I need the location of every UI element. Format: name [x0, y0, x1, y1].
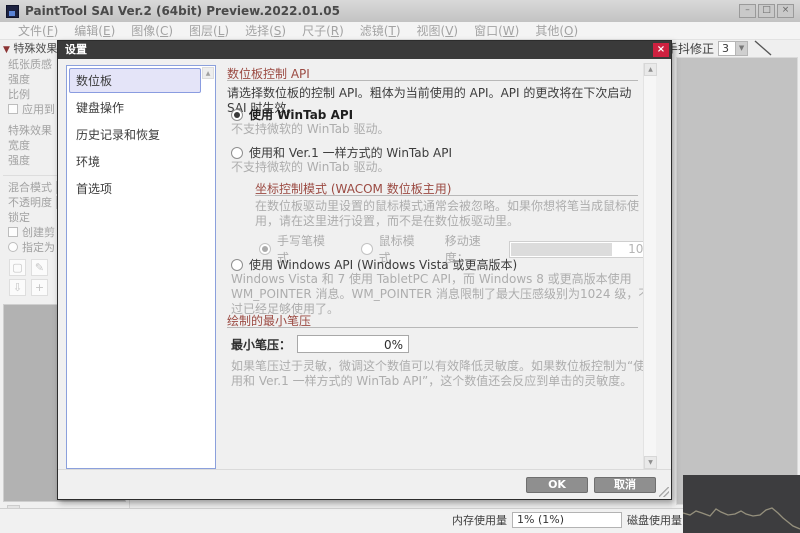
dialog-footer: OK 取消 — [58, 469, 671, 499]
app-titlebar: PaintTool SAI Ver.2 (64bit) Preview.2022… — [0, 0, 800, 22]
min-pressure-label: 最小笔压： — [231, 336, 291, 353]
sidebar-item-tablet[interactable]: 数位板 — [69, 68, 201, 93]
memory-usage-field: 1% (1%) — [512, 512, 622, 528]
pencil-icon[interactable]: ✎ — [31, 259, 48, 276]
collapse-arrow-icon: ▼ — [3, 45, 10, 55]
new-layer-icon[interactable]: ▢ — [9, 259, 26, 276]
sidebar-item-environment[interactable]: 环境 — [69, 149, 201, 174]
section-rule — [227, 80, 638, 81]
min-pressure-note: 如果笔压过于灵敏，微调这个数值可以有效降低灵敏度。如果数位板控制为“使用和 Ve… — [231, 359, 651, 389]
transfer-down-icon[interactable]: ⇩ — [9, 279, 26, 296]
mouse-mode-radio[interactable] — [361, 243, 373, 255]
dialog-titlebar[interactable]: 设置 — [58, 41, 671, 59]
stabilizer-select[interactable]: 3▼ — [718, 41, 748, 56]
slider-fill — [511, 243, 613, 256]
dialog-title: 设置 — [65, 43, 87, 56]
menu-file[interactable]: 文件(F) — [10, 22, 66, 39]
radio-icon[interactable] — [231, 147, 243, 159]
stabilizer-toolbar: 手抖修正 3▼ — [666, 38, 774, 58]
scroll-down-icon[interactable]: ▼ — [644, 456, 657, 469]
windows-api-note: Windows Vista 和 7 使用 TabletPC API，而 Wind… — [231, 272, 651, 317]
coord-desc: 在数位板驱动里设置的鼠标模式通常会被忽略。如果你想将笔当成鼠标使用，请在这里进行… — [255, 199, 651, 229]
content-scrollbar[interactable]: ▲ ▼ — [643, 63, 656, 469]
coord-rule — [255, 195, 638, 196]
chevron-down-icon[interactable]: ▼ — [735, 42, 747, 55]
radio-icon[interactable] — [231, 259, 243, 271]
sidebar-item-keyboard[interactable]: 键盘操作 — [69, 95, 201, 120]
pen-mode-radio[interactable] — [259, 243, 271, 255]
app-icon — [6, 5, 19, 18]
scroll-up-icon[interactable]: ▲ — [644, 63, 657, 76]
window-controls: – □ × — [739, 4, 794, 18]
wintab-v1-radio-row[interactable]: 使用和 Ver.1 一样方式的 WinTab API — [231, 144, 452, 161]
disk-usage-label: 磁盘使用量 — [627, 512, 682, 528]
close-button[interactable]: × — [777, 4, 794, 18]
canvas-area[interactable] — [676, 57, 798, 505]
wintab-api-radio-row[interactable]: 使用 WinTab API — [231, 106, 353, 123]
settings-content: 数位板控制 API 请选择数位板的控制 API。粗体为当前使用的 API。API… — [223, 63, 656, 469]
menu-layer[interactable]: 图层(L) — [181, 22, 237, 39]
line-tool-icon[interactable] — [752, 39, 774, 57]
add-icon[interactable]: + — [31, 279, 48, 296]
sidebar-item-history[interactable]: 历史记录和恢复 — [69, 122, 201, 147]
settings-category-list: 数位板 键盘操作 历史记录和恢复 环境 首选项 ▲ — [66, 65, 216, 469]
menu-view[interactable]: 视图(V) — [409, 22, 467, 39]
clipping-checkbox[interactable] — [8, 227, 18, 237]
menu-select[interactable]: 选择(S) — [237, 22, 294, 39]
overlay-graph — [683, 475, 800, 533]
windows-api-radio-row[interactable]: 使用 Windows API (Windows Vista 或更高版本) — [231, 256, 517, 273]
menu-window[interactable]: 窗口(W) — [466, 22, 527, 39]
app-title: PaintTool SAI Ver.2 (64bit) Preview.2022… — [25, 4, 340, 18]
move-speed-slider[interactable]: 100 — [509, 241, 656, 258]
wintab-v1-note: 不支持微软的 WinTab 驱动。 — [231, 160, 390, 175]
menu-ruler[interactable]: 尺子(R) — [294, 22, 352, 39]
menu-filter[interactable]: 滤镜(T) — [352, 22, 409, 39]
dialog-close-button[interactable]: × — [653, 43, 669, 57]
settings-dialog: 设置 × 数位板 键盘操作 历史记录和恢复 环境 首选项 ▲ 数位板控制 API… — [57, 40, 672, 500]
menu-edit[interactable]: 编辑(E) — [66, 22, 123, 39]
sidebar-item-preferences[interactable]: 首选项 — [69, 176, 201, 201]
section-rule — [227, 327, 638, 328]
resize-grip[interactable] — [659, 487, 669, 497]
minimize-button[interactable]: – — [739, 4, 756, 18]
maximize-button[interactable]: □ — [758, 4, 775, 18]
assign-radio[interactable] — [8, 242, 18, 252]
min-pressure-row: 最小笔压： 0% — [231, 335, 409, 353]
menu-others[interactable]: 其他(O) — [527, 22, 586, 39]
app-window: PaintTool SAI Ver.2 (64bit) Preview.2022… — [0, 0, 800, 533]
status-cluster: 内存使用量 1% (1%) 磁盘使用量 — [452, 512, 682, 528]
min-pressure-input[interactable]: 0% — [297, 335, 409, 353]
menu-canvas[interactable]: 图像(C) — [123, 22, 181, 39]
ok-button[interactable]: OK — [526, 477, 588, 493]
cancel-button[interactable]: 取消 — [594, 477, 656, 493]
statusbar: 内存使用量 1% (1%) 磁盘使用量 — [0, 508, 800, 533]
stabilizer-label: 手抖修正 — [666, 40, 714, 57]
right-workspace — [672, 40, 800, 508]
wintab-note: 不支持微软的 WinTab 驱动。 — [231, 122, 390, 137]
radio-checked-icon[interactable] — [231, 109, 243, 121]
apply-checkbox[interactable] — [8, 104, 18, 114]
scroll-up-icon[interactable]: ▲ — [202, 67, 214, 79]
memory-usage-label: 内存使用量 — [452, 512, 507, 528]
